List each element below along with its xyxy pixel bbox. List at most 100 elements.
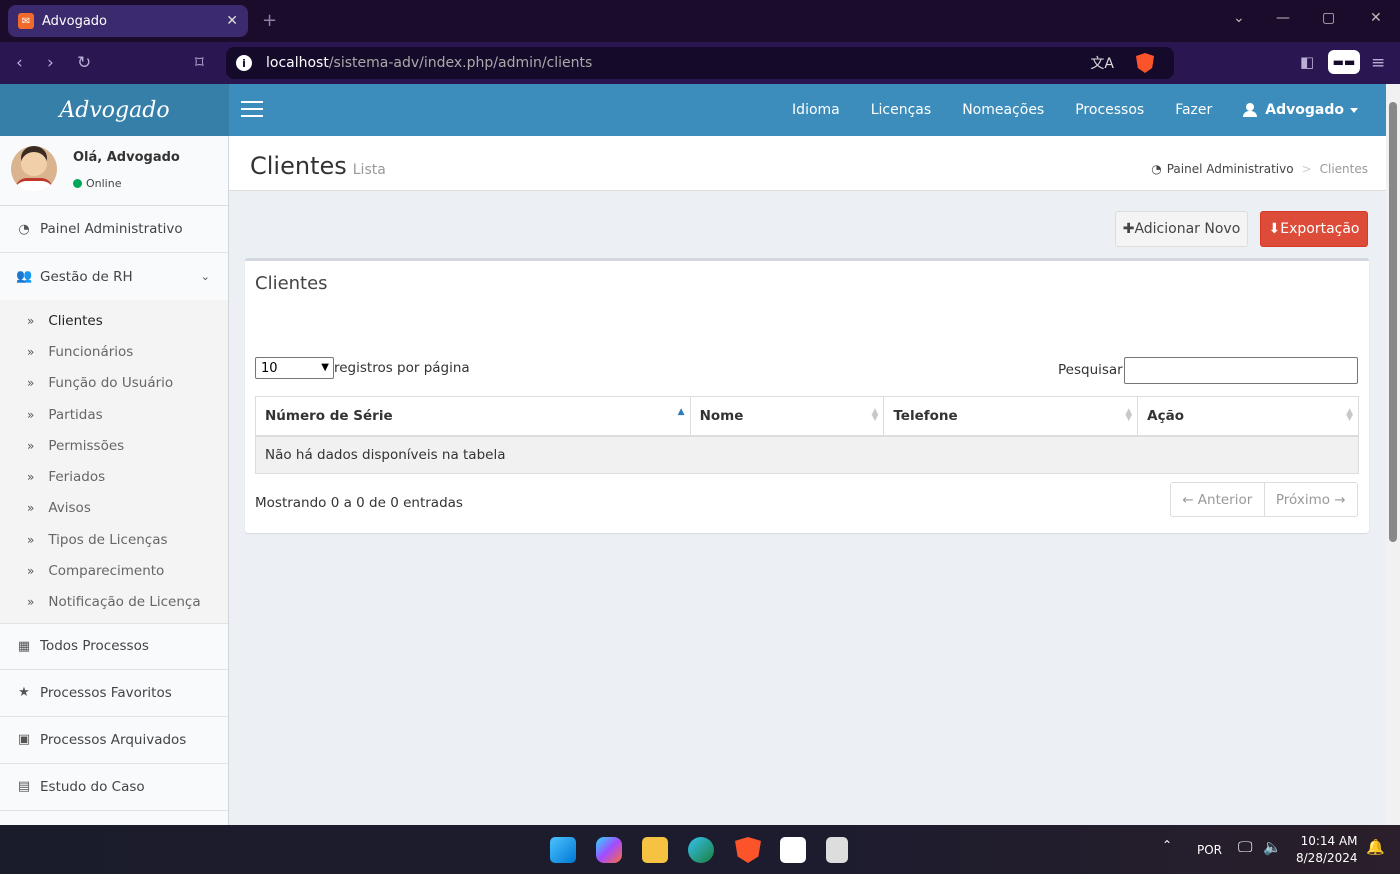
windows-start-icon[interactable]	[550, 837, 576, 863]
app-logo[interactable]: Advogado	[0, 84, 229, 136]
sidebar-toggle-button[interactable]	[241, 101, 263, 117]
sidebar-item-favorite-cases[interactable]: ★ Processos Favoritos	[0, 670, 228, 717]
brave-browser-icon[interactable]	[735, 837, 761, 863]
double-angle-right-icon: »	[27, 407, 35, 422]
sidebar-item-comparecimento[interactable]: » Comparecimento	[0, 555, 228, 586]
scrollbar-thumb[interactable]	[1389, 102, 1397, 542]
double-angle-right-icon: »	[27, 313, 35, 328]
sidebar-item-partidas[interactable]: » Partidas	[0, 399, 228, 430]
column-label: Telefone	[893, 407, 958, 424]
user-status-label: Online	[86, 177, 122, 190]
notification-bell-icon[interactable]: 🔔	[1366, 838, 1385, 856]
browser-tab[interactable]: ✉ Advogado ✕	[8, 5, 248, 37]
column-label: Número de Série	[265, 407, 393, 424]
column-phone[interactable]: Telefone ▲ ▼	[883, 396, 1139, 437]
clients-box: Clientes 10 ▼ registros por página Pesqu…	[245, 258, 1369, 533]
brave-wallet-icon[interactable]: ▬▬	[1328, 50, 1360, 74]
empty-table-message: Não há dados disponíveis na tabela	[255, 435, 1359, 474]
app-icon[interactable]	[826, 837, 848, 863]
breadcrumb-home[interactable]: Painel Administrativo	[1167, 162, 1294, 176]
maximize-icon[interactable]: ▢	[1322, 10, 1335, 26]
nav-idioma[interactable]: Idioma	[792, 102, 840, 118]
table-info: Mostrando 0 a 0 de 0 entradas	[255, 495, 463, 511]
forward-icon[interactable]: ›	[47, 53, 54, 73]
sidebar-item-label: Avisos	[48, 500, 91, 517]
page-scrollbar[interactable]	[1386, 84, 1400, 825]
export-button[interactable]: ⬇ Exportação	[1260, 211, 1368, 247]
sidebar-item-feriados[interactable]: » Feriados	[0, 461, 228, 492]
sidebar-item-permissoes[interactable]: » Permissões	[0, 430, 228, 461]
box-title: Clientes	[255, 273, 328, 294]
double-angle-right-icon: »	[27, 438, 35, 453]
sidebar-item-tipos-licencas[interactable]: » Tipos de Licenças	[0, 524, 228, 555]
tab-search-icon[interactable]: ⌄	[1233, 10, 1245, 26]
caret-down-icon	[1350, 107, 1358, 113]
online-dot-icon	[73, 179, 82, 188]
close-tab-icon[interactable]: ✕	[226, 13, 238, 29]
sidebar-item-hr[interactable]: 👥 Gestão de RH ⌄	[0, 253, 228, 300]
store-icon[interactable]	[780, 837, 806, 863]
volume-icon[interactable]: 🔈	[1263, 838, 1282, 856]
menu-icon[interactable]: ≡	[1371, 53, 1385, 73]
copilot-icon[interactable]	[596, 837, 622, 863]
chevron-down-icon: ⌄	[200, 270, 210, 283]
page-length-select[interactable]: 10 ▼	[255, 357, 334, 379]
sidebar-item-funcionarios[interactable]: » Funcionários	[0, 336, 228, 367]
chevron-up-icon[interactable]: ⌃	[1162, 838, 1172, 852]
column-name[interactable]: Nome ▲ ▼	[689, 396, 885, 437]
xampp-icon: ✉	[18, 13, 34, 29]
app-window: Advogado Idioma Licenças Nomeações Proce…	[0, 84, 1386, 825]
sort-asc-icon: ▲	[677, 407, 685, 417]
breadcrumb-separator: >	[1301, 162, 1312, 176]
breadcrumb-current: Clientes	[1319, 162, 1368, 176]
back-icon[interactable]: ‹	[16, 53, 23, 73]
sidebar-item-case-study[interactable]: ▤ Estudo do Caso	[0, 764, 228, 811]
download-icon: ⬇	[1268, 221, 1281, 237]
edge-icon[interactable]	[688, 837, 714, 863]
address-bar[interactable]: i localhost/sistema-adv/index.php/admin/…	[226, 47, 1174, 79]
user-menu[interactable]: Advogado	[1243, 102, 1358, 118]
url-path: /sistema-adv/index.php/admin/clients	[328, 55, 593, 71]
close-window-icon[interactable]: ✕	[1370, 10, 1382, 26]
chevron-down-icon: ▼	[321, 362, 329, 373]
clients-table: Número de Série ▲ Nome ▲ ▼ Telefone ▲ ▼ Ação ▲…	[255, 396, 1359, 474]
user-icon	[1243, 103, 1258, 117]
add-new-button[interactable]: ✚ Adicionar Novo	[1115, 211, 1248, 247]
plus-icon: ✚	[1122, 221, 1135, 237]
network-icon[interactable]: 🖵	[1238, 838, 1252, 856]
minimize-icon[interactable]: —	[1276, 10, 1290, 26]
nav-licencas[interactable]: Licenças	[871, 102, 931, 118]
sidebar-item-funcao[interactable]: » Função do Usuário	[0, 368, 228, 399]
language-indicator[interactable]: POR	[1197, 843, 1222, 857]
sidebar-item-archived-cases[interactable]: ▣ Processos Arquivados	[0, 717, 228, 764]
file-explorer-icon[interactable]	[642, 837, 668, 863]
column-serial[interactable]: Número de Série ▲	[255, 396, 691, 437]
sidebar-item-clientes[interactable]: » Clientes	[0, 305, 228, 336]
new-tab-icon[interactable]: +	[262, 10, 277, 31]
sidebar-item-notificacao[interactable]: » Notificação de Licença	[0, 587, 228, 618]
next-page-button[interactable]: Próximo →	[1265, 483, 1358, 516]
sidebar-item-dashboard[interactable]: ◔ Painel Administrativo	[0, 206, 228, 253]
double-angle-right-icon: »	[27, 564, 35, 579]
sidebar-item-label: Processos Favoritos	[40, 684, 172, 701]
nav-fazer[interactable]: Fazer	[1175, 102, 1212, 118]
translate-icon[interactable]: 文A	[1090, 53, 1114, 73]
star-icon: ★	[18, 685, 30, 701]
grid-icon: ▦	[17, 638, 31, 654]
page-subtitle: Lista	[352, 162, 386, 178]
reload-icon[interactable]: ↻	[77, 53, 91, 73]
brave-shield-icon[interactable]	[1136, 53, 1154, 73]
sidebar-item-all-cases[interactable]: ▦ Todos Processos	[0, 622, 228, 670]
clock[interactable]: 10:14 AM 8/28/2024	[1296, 833, 1358, 867]
nav-processos[interactable]: Processos	[1075, 102, 1144, 118]
nav-nomeacoes[interactable]: Nomeações	[962, 102, 1044, 118]
site-info-icon[interactable]: i	[236, 55, 252, 71]
search-input[interactable]	[1124, 357, 1358, 384]
previous-page-button[interactable]: ← Anterior	[1171, 483, 1265, 516]
search-label: Pesquisar:	[1058, 362, 1128, 378]
sidebar-item-avisos[interactable]: » Avisos	[0, 493, 228, 524]
bookmark-icon[interactable]: ⌑	[195, 53, 204, 73]
column-action[interactable]: Ação ▲ ▼	[1137, 396, 1359, 437]
breadcrumb: ◔ Painel Administrativo > Clientes	[1151, 162, 1368, 176]
sidebar-toggle-icon[interactable]: ◧	[1300, 53, 1314, 71]
